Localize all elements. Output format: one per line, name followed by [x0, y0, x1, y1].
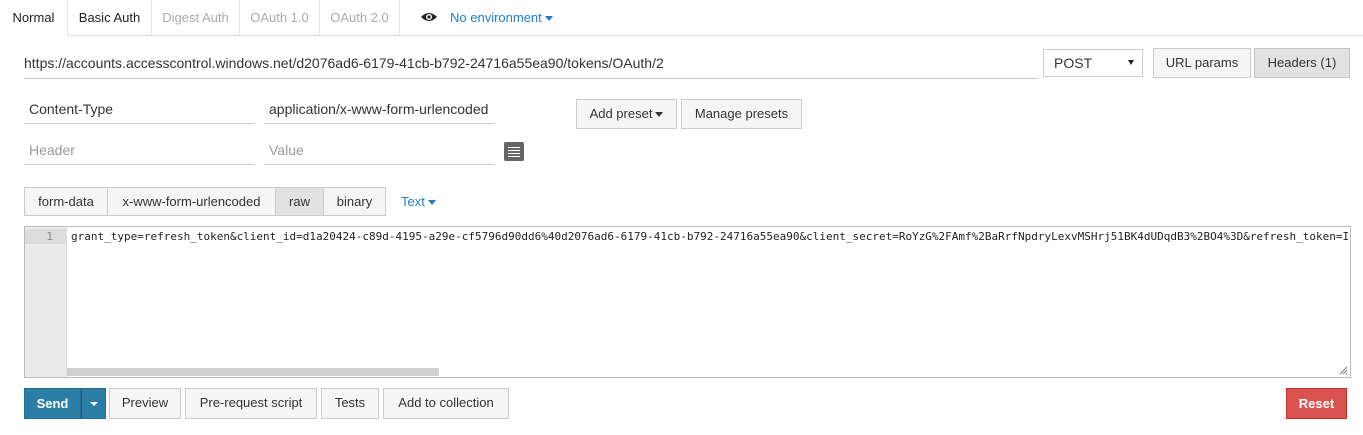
url-params-button[interactable]: URL params — [1153, 48, 1251, 78]
manage-presets-button[interactable]: Manage presets — [681, 99, 802, 129]
header-value-input[interactable] — [264, 94, 494, 124]
new-header-value-input[interactable] — [264, 135, 494, 165]
tab-oauth-1[interactable]: OAuth 1.0 — [240, 0, 320, 36]
method-value: POST — [1054, 55, 1093, 71]
chevron-down-icon — [90, 402, 98, 406]
text-mode-selector[interactable]: Text — [401, 187, 436, 216]
send-options-button[interactable] — [81, 388, 106, 419]
add-to-collection-button[interactable]: Add to collection — [383, 388, 509, 419]
bulk-edit-icon[interactable] — [504, 142, 524, 161]
add-preset-label: Add preset — [589, 106, 653, 121]
resize-handle-icon[interactable] — [1339, 366, 1348, 375]
eye-icon — [421, 13, 437, 21]
chevron-down-icon — [655, 112, 664, 118]
horizontal-scrollbar[interactable] — [67, 368, 439, 376]
url-input[interactable] — [24, 48, 1038, 79]
body-tab-raw[interactable]: raw — [276, 187, 324, 216]
auth-tabs: Normal Basic Auth Digest Auth OAuth 1.0 … — [0, 0, 1363, 37]
text-mode-label: Text — [401, 194, 425, 209]
tab-digest-auth[interactable]: Digest Auth — [152, 0, 240, 36]
tests-button[interactable]: Tests — [321, 388, 379, 419]
reset-button[interactable]: Reset — [1286, 388, 1347, 419]
chevron-down-icon — [544, 16, 553, 22]
add-preset-button[interactable]: Add preset — [576, 99, 677, 129]
chevron-down-icon — [427, 200, 436, 206]
send-button[interactable]: Send — [24, 388, 81, 419]
body-tab-urlencoded[interactable]: x-www-form-urlencoded — [108, 187, 276, 216]
raw-body-editor[interactable]: 1 grant_type=refresh_token&client_id=d1a… — [24, 226, 1351, 378]
pre-request-script-button[interactable]: Pre-request script — [185, 388, 317, 419]
tab-basic-auth[interactable]: Basic Auth — [68, 0, 152, 36]
new-header-key-input[interactable] — [24, 135, 254, 165]
header-key-input[interactable] — [24, 94, 254, 124]
tab-oauth-2[interactable]: OAuth 2.0 — [320, 0, 400, 36]
tab-normal[interactable]: Normal — [0, 0, 68, 37]
headers-button[interactable]: Headers (1) — [1254, 48, 1350, 78]
chevron-down-icon — [1128, 60, 1134, 65]
preview-button[interactable]: Preview — [109, 388, 181, 419]
body-tab-binary[interactable]: binary — [324, 187, 386, 216]
body-tab-form-data[interactable]: form-data — [24, 187, 108, 216]
environment-label: No environment — [450, 10, 542, 25]
method-select[interactable]: POST — [1043, 49, 1143, 77]
line-gutter: 1 — [25, 227, 67, 377]
line-number: 1 — [25, 229, 67, 244]
editor-line[interactable]: grant_type=refresh_token&client_id=d1a20… — [71, 229, 1349, 244]
